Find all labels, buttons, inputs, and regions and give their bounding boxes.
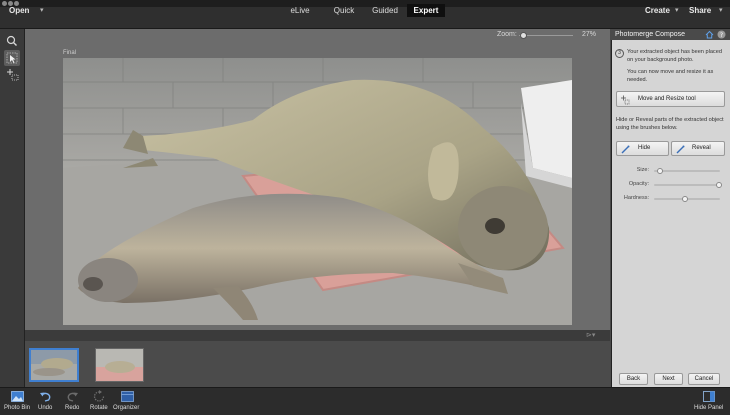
move-arrow-icon xyxy=(6,52,18,64)
window-title-strip xyxy=(0,0,730,7)
hardness-slider-thumb[interactable] xyxy=(681,196,688,202)
zoom-label: Zoom: xyxy=(497,31,517,38)
undo-button[interactable]: Undo xyxy=(35,388,57,414)
redo-button[interactable]: Redo xyxy=(62,388,84,414)
hide-brush-label: Hide xyxy=(638,145,651,151)
move-resize-tool-label: Move and Resize tool xyxy=(638,96,696,102)
window-close-dot[interactable] xyxy=(2,1,7,6)
cancel-button[interactable]: Cancel xyxy=(688,373,720,385)
reveal-brush-button[interactable]: Reveal xyxy=(671,141,725,156)
tab-quick[interactable]: Quick xyxy=(327,4,361,17)
home-icon[interactable] xyxy=(705,30,714,39)
tab-expert[interactable]: Expert xyxy=(407,4,445,17)
help-icon[interactable]: ? xyxy=(717,30,726,39)
hide-panel-label: Hide Panel xyxy=(694,405,724,411)
panel-toggle-icon xyxy=(703,391,715,402)
size-label: Size: xyxy=(636,167,649,173)
panel-title: Photomerge Compose xyxy=(615,31,686,38)
organizer-button[interactable]: Organizer xyxy=(113,388,141,414)
opacity-label: Opacity: xyxy=(628,181,649,187)
tools-panel xyxy=(0,29,25,387)
rotate-icon xyxy=(93,390,105,402)
open-menu-button[interactable]: Open xyxy=(9,6,29,15)
organizer-icon xyxy=(121,391,134,402)
layer-name-label: Final xyxy=(63,50,77,56)
hardness-label: Hardness: xyxy=(623,195,649,201)
opacity-slider-track[interactable] xyxy=(654,184,720,186)
composite-photo[interactable] xyxy=(63,58,572,325)
photo-bin-button[interactable]: Photo Bin xyxy=(3,388,31,414)
photo-bin-label: Photo Bin xyxy=(4,405,31,411)
reveal-brush-label: Reveal xyxy=(692,145,711,151)
photomerge-compose-tool-button[interactable] xyxy=(4,67,20,83)
step-number-badge: 3 xyxy=(615,49,624,58)
document-status-strip xyxy=(25,330,610,341)
seal-photo-illustration xyxy=(63,58,572,325)
share-menu-button[interactable]: Share xyxy=(689,6,711,15)
create-menu-button[interactable]: Create xyxy=(645,6,670,15)
svg-text:?: ? xyxy=(720,32,723,39)
step-instructions: Your extracted object has been placed on… xyxy=(627,49,722,63)
back-button[interactable]: Back xyxy=(619,373,648,385)
photo-bin-thumbnail[interactable] xyxy=(95,348,144,382)
undo-icon xyxy=(40,392,51,402)
organizer-label: Organizer xyxy=(113,405,140,411)
zoom-tool-button[interactable] xyxy=(4,33,20,49)
top-menu-bar xyxy=(0,7,730,29)
thumbnail-image xyxy=(96,349,143,381)
hide-brush-icon xyxy=(621,145,630,154)
status-menu-arrow-icon[interactable]: ⊳▾ xyxy=(586,331,595,339)
zoom-slider-track[interactable] xyxy=(519,35,573,36)
opacity-slider-thumb[interactable] xyxy=(716,182,722,188)
thumbnail-image xyxy=(31,350,77,380)
reveal-brush-icon xyxy=(676,145,685,154)
step-instructions-2: You can now move and resize it as needed… xyxy=(627,69,714,83)
redo-label: Redo xyxy=(65,405,80,411)
hide-panel-button[interactable]: Hide Panel xyxy=(690,388,728,414)
create-menu-caret-icon[interactable]: ▾ xyxy=(675,6,679,14)
tab-guided[interactable]: Guided xyxy=(366,4,404,17)
size-slider-track[interactable] xyxy=(654,170,720,172)
rotate-button[interactable]: Rotate xyxy=(88,388,112,414)
hide-brush-button[interactable]: Hide xyxy=(616,141,669,156)
redo-icon xyxy=(67,392,78,402)
move-resize-tool-button[interactable]: Move and Resize tool xyxy=(616,91,725,107)
move-resize-icon xyxy=(621,95,630,105)
tab-elive[interactable]: eLive xyxy=(283,4,317,17)
zoom-value: 27% xyxy=(582,31,597,38)
hide-reveal-instructions: Hide or Reveal parts of the extracted ob… xyxy=(616,117,724,131)
rotate-label: Rotate xyxy=(90,405,108,411)
photo-bin-icon xyxy=(11,391,24,402)
next-button[interactable]: Next xyxy=(654,373,683,385)
undo-label: Undo xyxy=(38,405,53,411)
move-resize-icon xyxy=(7,69,19,81)
magnifier-icon xyxy=(6,35,17,46)
photo-bin-thumbnail[interactable] xyxy=(29,348,79,382)
share-menu-caret-icon[interactable]: ▾ xyxy=(719,6,723,14)
open-menu-caret-icon[interactable]: ▾ xyxy=(40,6,44,14)
move-tool-button[interactable] xyxy=(4,50,20,66)
